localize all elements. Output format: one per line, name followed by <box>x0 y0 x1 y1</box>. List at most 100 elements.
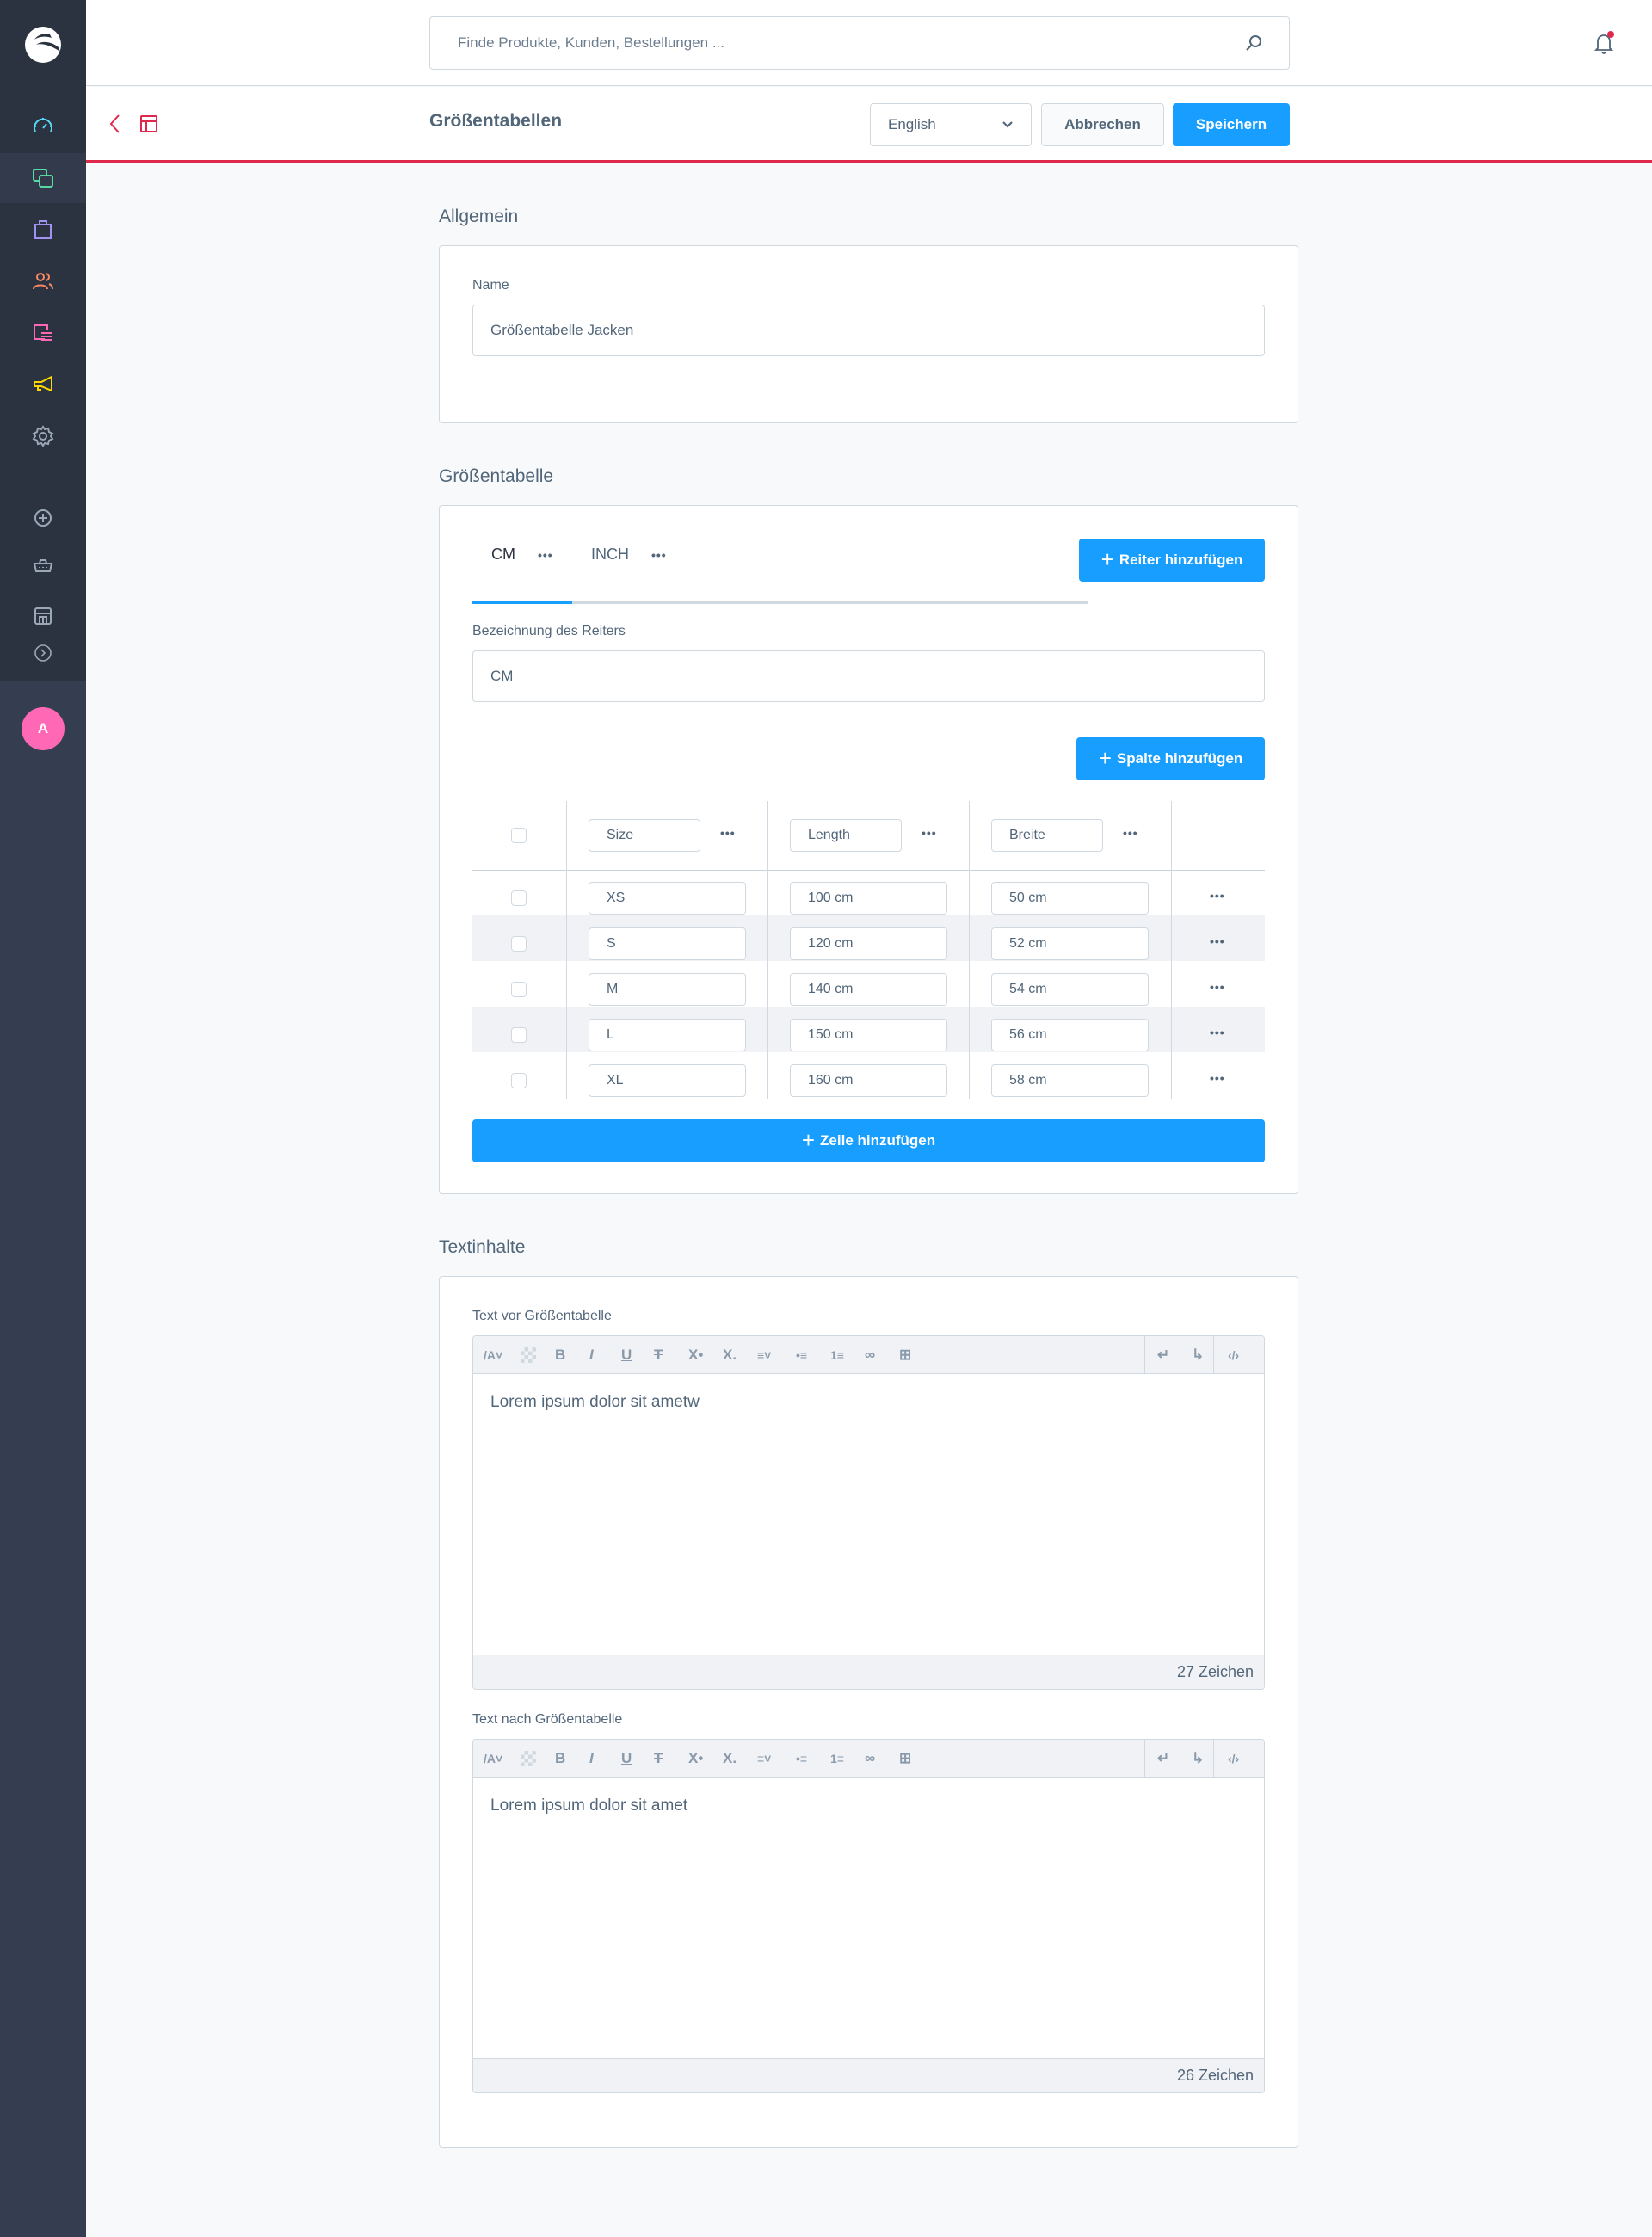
nav-extensions[interactable] <box>0 493 86 543</box>
cell-input[interactable]: XL <box>589 1064 746 1097</box>
numbered-list-icon[interactable]: 1≡ <box>830 1346 844 1365</box>
subscript-icon[interactable]: X. <box>723 1346 737 1365</box>
redo-icon[interactable]: ↳ <box>1192 1749 1204 1768</box>
text-before-editor[interactable]: /A˅ B I U T X• X. ≡˅ •≡ 1≡ ∞ ⊞ ↵ ↳ ‹/› Lorem ipsum dol… <box>472 1335 1265 1690</box>
align-icon[interactable]: ≡˅ <box>757 1749 771 1768</box>
add-column-button[interactable]: + Spalte hinzufügen <box>1076 737 1265 780</box>
undo-icon[interactable]: ↵ <box>1157 1749 1169 1768</box>
nav-basket[interactable] <box>0 540 86 590</box>
italic-icon[interactable]: I <box>589 1346 594 1365</box>
column-options-icon[interactable]: ••• <box>720 826 736 840</box>
code-view-icon[interactable]: ‹/› <box>1228 1749 1239 1768</box>
italic-icon[interactable]: I <box>589 1749 594 1768</box>
row-options-icon[interactable]: ••• <box>1210 1026 1225 1039</box>
select-all-checkbox[interactable] <box>511 828 527 843</box>
undo-icon[interactable]: ↵ <box>1157 1346 1169 1365</box>
tab-inch[interactable]: INCH ••• <box>591 545 667 564</box>
underline-icon[interactable]: U <box>621 1346 632 1365</box>
bullet-list-icon[interactable]: •≡ <box>796 1749 807 1768</box>
cancel-button[interactable]: Abbrechen <box>1041 103 1164 146</box>
link-icon[interactable]: ∞ <box>865 1749 875 1768</box>
nav-content[interactable] <box>0 308 86 358</box>
cell-input[interactable]: 120 cm <box>790 927 947 960</box>
nav-settings[interactable] <box>0 411 86 461</box>
global-search[interactable] <box>429 16 1290 70</box>
cell-input[interactable]: 100 cm <box>790 882 947 915</box>
cell-input[interactable]: S <box>589 927 746 960</box>
column-options-icon[interactable]: ••• <box>922 826 937 840</box>
nav-customers[interactable] <box>0 256 86 306</box>
editor-content[interactable]: Lorem ipsum dolor sit ametw <box>490 1393 700 1412</box>
tab-options-icon[interactable]: ••• <box>651 548 667 562</box>
user-avatar[interactable]: A <box>22 707 65 750</box>
cell-input[interactable]: L <box>589 1019 746 1051</box>
row-checkbox[interactable] <box>511 1027 527 1043</box>
row-checkbox[interactable] <box>511 982 527 997</box>
add-tab-button[interactable]: + Reiter hinzufügen <box>1079 539 1265 582</box>
superscript-icon[interactable]: X• <box>688 1346 703 1365</box>
language-select[interactable]: English <box>870 103 1032 146</box>
text-after-editor[interactable]: /A˅ B I U T X• X. ≡˅ •≡ 1≡ ∞ ⊞ ↵ ↳ ‹/› Lorem ipsum dol… <box>472 1739 1265 2093</box>
column-header-input[interactable]: Breite <box>991 819 1103 852</box>
cell-input[interactable]: 56 cm <box>991 1019 1149 1051</box>
table-icon[interactable]: ⊞ <box>899 1346 911 1365</box>
column-options-icon[interactable]: ••• <box>1123 826 1138 840</box>
row-options-icon[interactable]: ••• <box>1210 1071 1225 1085</box>
bullet-list-icon[interactable]: •≡ <box>796 1346 807 1365</box>
editor-content[interactable]: Lorem ipsum dolor sit amet <box>490 1796 687 1815</box>
row-options-icon[interactable]: ••• <box>1210 980 1225 994</box>
table-icon[interactable]: ⊞ <box>899 1749 911 1768</box>
cell-input[interactable]: 52 cm <box>991 927 1149 960</box>
row-options-icon[interactable]: ••• <box>1210 934 1225 948</box>
name-label: Name <box>472 278 509 293</box>
column-header-input[interactable]: Size <box>589 819 700 852</box>
subscript-icon[interactable]: X. <box>723 1749 737 1768</box>
save-button[interactable]: Speichern <box>1173 103 1290 146</box>
nav-dashboard[interactable] <box>0 102 86 151</box>
cell-input[interactable]: 54 cm <box>991 973 1149 1006</box>
nav-catalogues[interactable] <box>0 153 86 203</box>
font-size-icon[interactable]: /A˅ <box>484 1346 502 1365</box>
shopware-logo-icon[interactable] <box>24 26 62 64</box>
cell-input[interactable]: M <box>589 973 746 1006</box>
bold-icon[interactable]: B <box>555 1749 565 1768</box>
text-color-icon[interactable] <box>521 1751 536 1766</box>
cell-input[interactable]: 150 cm <box>790 1019 947 1051</box>
cell-input[interactable]: 50 cm <box>991 882 1149 915</box>
strikethrough-icon[interactable]: T <box>654 1749 663 1768</box>
code-view-icon[interactable]: ‹/› <box>1228 1346 1239 1365</box>
bold-icon[interactable]: B <box>555 1346 565 1365</box>
numbered-list-icon[interactable]: 1≡ <box>830 1749 844 1768</box>
nav-orders[interactable] <box>0 205 86 255</box>
row-options-icon[interactable]: ••• <box>1210 889 1225 903</box>
back-chevron-icon[interactable] <box>107 113 124 135</box>
row-checkbox[interactable] <box>511 936 527 952</box>
text-color-icon[interactable] <box>521 1347 536 1363</box>
tab-options-icon[interactable]: ••• <box>538 548 553 562</box>
cell-input[interactable]: XS <box>589 882 746 915</box>
nav-marketing[interactable] <box>0 360 86 410</box>
notification-bell-icon[interactable] <box>1590 29 1618 57</box>
text-after-label: Text nach Größentabelle <box>472 1712 623 1727</box>
strikethrough-icon[interactable]: T <box>654 1346 663 1365</box>
add-row-button[interactable]: + Zeile hinzufügen <box>472 1119 1265 1162</box>
cell-input[interactable]: 160 cm <box>790 1064 947 1097</box>
search-input[interactable] <box>458 34 1244 52</box>
row-checkbox[interactable] <box>511 890 527 906</box>
text-before-label: Text vor Größentabelle <box>472 1309 612 1323</box>
tab-cm[interactable]: CM ••• <box>491 545 553 564</box>
name-input[interactable]: Größentabelle Jacken <box>472 305 1265 356</box>
link-icon[interactable]: ∞ <box>865 1346 875 1365</box>
cell-input[interactable]: 58 cm <box>991 1064 1149 1097</box>
redo-icon[interactable]: ↳ <box>1192 1346 1204 1365</box>
underline-icon[interactable]: U <box>621 1749 632 1768</box>
align-icon[interactable]: ≡˅ <box>757 1346 771 1365</box>
font-size-icon[interactable]: /A˅ <box>484 1749 502 1768</box>
row-checkbox[interactable] <box>511 1073 527 1088</box>
column-header-input[interactable]: Length <box>790 819 902 852</box>
search-icon[interactable] <box>1244 34 1263 52</box>
nav-expand[interactable] <box>0 628 86 678</box>
cell-input[interactable]: 140 cm <box>790 973 947 1006</box>
tab-name-input[interactable]: CM <box>472 650 1265 702</box>
superscript-icon[interactable]: X• <box>688 1749 703 1768</box>
